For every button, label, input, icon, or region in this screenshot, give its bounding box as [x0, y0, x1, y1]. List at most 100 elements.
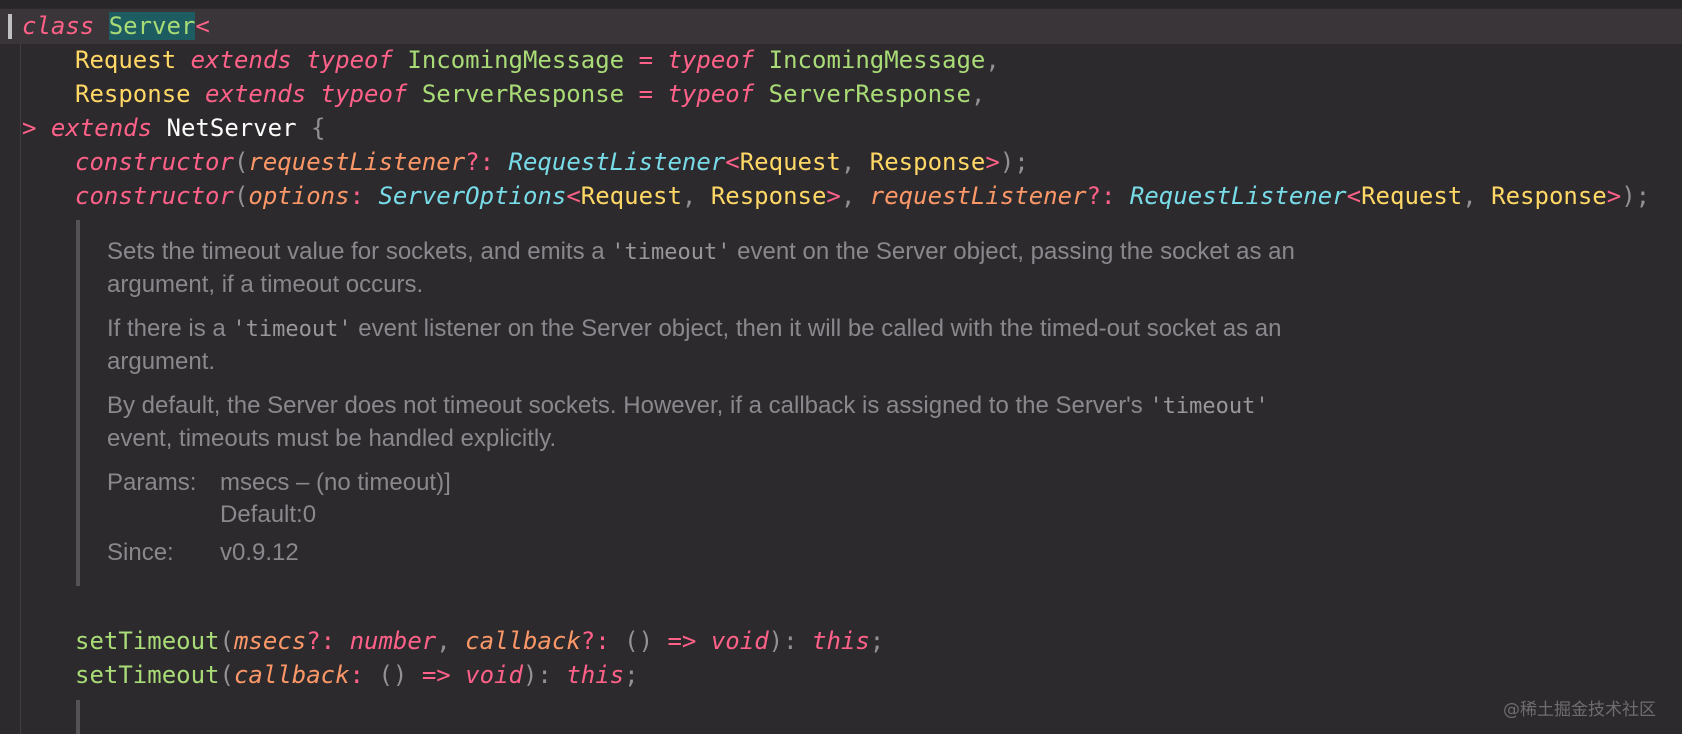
type-ref: IncomingMessage — [407, 46, 625, 74]
generic-close: > — [985, 148, 1000, 176]
param-name: callback — [465, 627, 581, 655]
type-param-name: Request — [75, 46, 177, 74]
arrow: => — [667, 627, 697, 655]
void-keyword: void — [710, 627, 769, 655]
type-arg: Response — [1491, 182, 1607, 210]
keyword-constructor: constructor — [75, 182, 234, 210]
doc-comment: Sets the timeout value for sockets, and … — [76, 220, 1310, 586]
param-name: options — [248, 182, 350, 210]
doc-text: Sets the timeout value for sockets, and … — [107, 238, 612, 265]
semicolon: ; — [624, 661, 639, 689]
code-line-3[interactable]: Response extends typeof ServerResponse =… — [0, 77, 1682, 112]
code-editor[interactable]: class Server< Request extends typeof Inc… — [0, 0, 1682, 734]
doc-text: By default, the Server does not timeout … — [107, 392, 1150, 419]
editor-top-strip — [0, 0, 1682, 8]
equals-sign: = — [638, 80, 654, 108]
code-line-5[interactable]: constructor(requestListener?: RequestLis… — [0, 145, 1682, 180]
base-class-name[interactable]: NetServer — [167, 114, 297, 142]
doc-params-label: Params: — [107, 469, 197, 496]
text-cursor — [8, 14, 12, 39]
paren-open: ( — [233, 182, 249, 210]
generic-open: < — [725, 148, 740, 176]
generic-open: < — [566, 182, 581, 210]
paren-close: ): — [768, 627, 798, 655]
optional-colon: ?: — [465, 148, 495, 176]
arrow: => — [421, 661, 451, 689]
generic-close: > — [22, 114, 37, 142]
doc-text: If there is a — [107, 315, 233, 342]
param-name: callback — [233, 661, 350, 689]
code-line-8[interactable]: setTimeout(callback: () => void): this; — [0, 658, 1682, 693]
doc-params-value: msecs – (no timeout)] — [220, 469, 451, 496]
this-keyword: this — [812, 627, 870, 655]
open-brace: { — [311, 114, 326, 142]
optional-colon: ?: — [1086, 182, 1116, 210]
interface-ref[interactable]: ServerOptions — [378, 182, 566, 210]
code-line-1[interactable]: class Server< — [0, 9, 1682, 44]
doc-paragraph-2: If there is a 'timeout' event listener o… — [80, 313, 1307, 378]
keyword-extends: extends — [205, 80, 307, 108]
comma: , — [840, 182, 856, 210]
comma: , — [970, 80, 986, 108]
keyword-typeof: typeof — [306, 46, 393, 74]
type-ref: IncomingMessage — [768, 46, 986, 74]
code-line-6[interactable]: constructor(options: ServerOptions<Reque… — [0, 179, 1682, 214]
code-line-4[interactable]: > extends NetServer { — [0, 111, 1682, 146]
semicolon: ; — [869, 627, 885, 655]
function-sig: () — [624, 627, 654, 655]
colon: : — [349, 661, 364, 689]
type-arg: Response — [869, 148, 986, 176]
comma: , — [436, 627, 451, 655]
equals-sign: = — [638, 46, 654, 74]
comma: , — [1462, 182, 1477, 210]
paren-open: ( — [233, 148, 249, 176]
code-line-7[interactable]: setTimeout(msecs?: number, callback?: ()… — [0, 624, 1682, 659]
class-name[interactable]: Server — [108, 12, 196, 40]
optional-colon: ?: — [580, 627, 610, 655]
keyword-typeof: typeof — [667, 80, 755, 108]
keyword-class: class — [22, 12, 95, 40]
statement-end: ); — [1621, 182, 1651, 210]
doc-text: event, timeouts must be handled explicit… — [107, 425, 557, 452]
watermark-text: @稀土掘金技术社区 — [1503, 700, 1656, 720]
doc-paragraph-3: By default, the Server does not timeout … — [80, 390, 1307, 455]
doc-since-row: Since: v0.9.12 — [80, 537, 1310, 569]
type-arg: Request — [739, 148, 841, 176]
doc-inline-code: 'timeout' — [232, 317, 352, 342]
doc-since-label: Since: — [107, 539, 174, 566]
doc-inline-code: 'timeout' — [611, 240, 731, 265]
paren-close: ): — [522, 661, 552, 689]
keyword-typeof: typeof — [667, 46, 755, 74]
doc-paragraph-1: Sets the timeout value for sockets, and … — [80, 236, 1307, 301]
interface-ref[interactable]: RequestListener — [1130, 182, 1347, 210]
keyword-extends: extends — [50, 114, 153, 142]
type-arg: Response — [710, 182, 827, 210]
type-ref: ServerResponse — [768, 80, 971, 108]
doc-inline-code: 'timeout' — [1149, 394, 1269, 419]
generic-close: > — [826, 182, 841, 210]
generic-open: < — [195, 12, 210, 40]
keyword-extends: extends — [190, 46, 292, 74]
function-sig: () — [378, 661, 408, 689]
paren-open: ( — [219, 661, 234, 689]
interface-ref[interactable]: RequestListener — [509, 148, 726, 176]
type-param-name: Response — [75, 80, 191, 108]
comma: , — [681, 182, 697, 210]
doc-comment-next — [76, 700, 1310, 734]
type-ref: ServerResponse — [421, 80, 625, 108]
param-name: msecs — [233, 627, 307, 655]
doc-params-row: Params: msecs – (no timeout)] — [80, 467, 1310, 499]
param-name: requestListener — [248, 148, 466, 176]
type-arg: Request — [580, 182, 682, 210]
param-name: requestListener — [869, 182, 1087, 210]
doc-params-default-row: Default:0 — [80, 499, 1310, 531]
method-name[interactable]: setTimeout — [75, 627, 220, 655]
keyword-constructor: constructor — [75, 148, 234, 176]
keyword-typeof: typeof — [320, 80, 408, 108]
comma: , — [985, 46, 1000, 74]
colon: : — [349, 182, 365, 210]
optional-colon: ?: — [306, 627, 336, 655]
code-line-2[interactable]: Request extends typeof IncomingMessage =… — [0, 43, 1682, 78]
method-name[interactable]: setTimeout — [75, 661, 220, 689]
type-keyword: number — [349, 627, 437, 655]
